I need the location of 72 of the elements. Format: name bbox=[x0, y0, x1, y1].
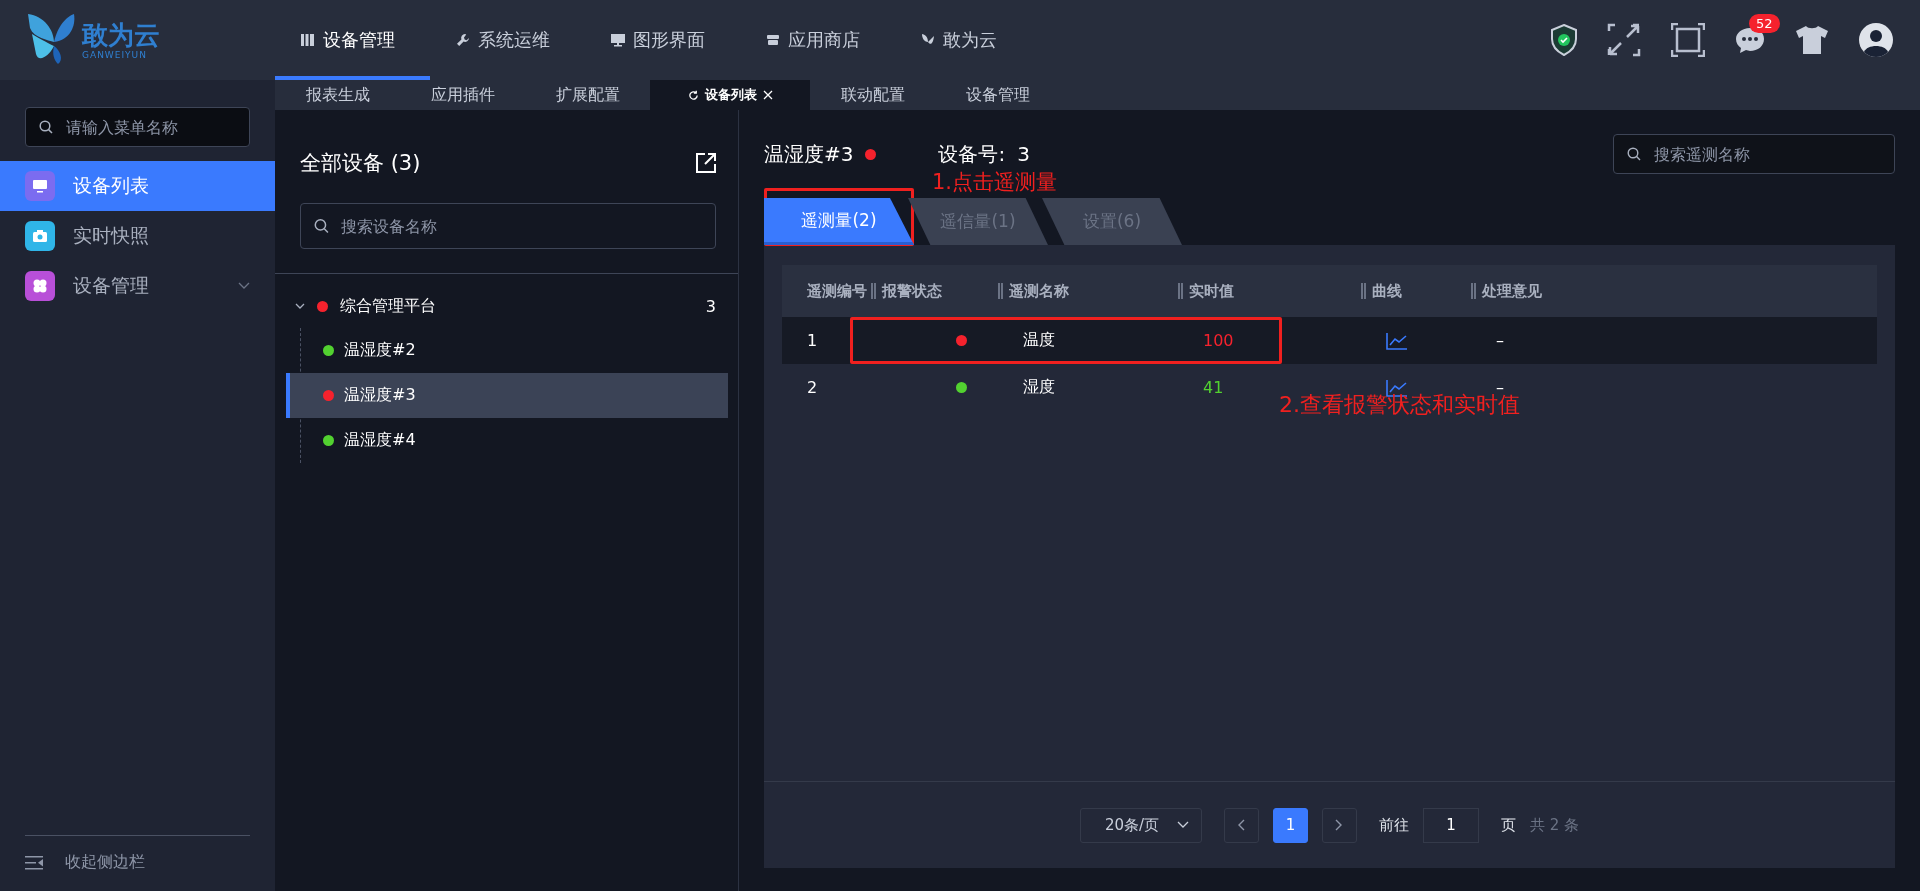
device-name: 温湿度#3 bbox=[764, 140, 854, 168]
line-chart-icon[interactable] bbox=[1386, 331, 1408, 350]
notification-count: 52 bbox=[1749, 14, 1780, 33]
tree-node[interactable]: 综合管理平台 3 bbox=[285, 284, 728, 328]
page-unit-label: 页 bbox=[1500, 815, 1516, 835]
page-tab[interactable]: 联动配置 bbox=[810, 80, 935, 110]
device-search-field[interactable]: 搜索设备名称 bbox=[300, 203, 716, 249]
column-header: 曲线 bbox=[1361, 281, 1471, 301]
tree-node[interactable]: 温湿度#2 bbox=[286, 328, 728, 373]
chevron-right-icon bbox=[1335, 819, 1344, 831]
chevron-down-icon bbox=[1176, 821, 1189, 829]
t-shirt-icon[interactable] bbox=[1795, 25, 1829, 55]
table-cell-text: 湿度 bbox=[1022, 377, 1056, 398]
page-tab[interactable]: 设备管理 bbox=[935, 80, 1060, 110]
page-tab[interactable]: 设备列表 bbox=[650, 80, 810, 110]
search-icon bbox=[314, 218, 329, 234]
refresh-icon bbox=[687, 89, 699, 101]
page-size-select[interactable]: 20条/页 bbox=[1079, 807, 1202, 843]
books-icon bbox=[301, 33, 315, 47]
sidebar-menu-item[interactable]: 实时快照 bbox=[0, 211, 275, 261]
sidebar-menu-item[interactable]: 设备列表 bbox=[0, 161, 275, 211]
data-tab[interactable]: 遥测量(2) bbox=[764, 198, 914, 245]
search-icon bbox=[39, 120, 53, 134]
device-number-label: 设备号: bbox=[938, 140, 1006, 168]
goto-page-field[interactable]: 1 bbox=[1422, 807, 1479, 843]
table-cell-text: 41 bbox=[1202, 378, 1225, 397]
store-icon bbox=[766, 33, 780, 47]
column-header: 报警状态 bbox=[871, 281, 998, 301]
annotation-text: 1.点击遥测量 bbox=[932, 169, 1058, 196]
column-header: 处理意见 bbox=[1471, 281, 1877, 301]
nav-tab[interactable]: 应用商店 bbox=[740, 0, 895, 80]
logo-name: 敢为云 bbox=[82, 20, 160, 50]
column-header: 遥测名称 bbox=[998, 281, 1178, 301]
search-icon bbox=[1627, 147, 1641, 161]
menu-search-field[interactable]: 请输入菜单名称 bbox=[25, 107, 250, 147]
chevron-left-icon bbox=[1237, 819, 1246, 831]
table-cell-text: 2 bbox=[806, 378, 819, 397]
user-avatar-icon[interactable] bbox=[1859, 23, 1893, 57]
monitor-icon bbox=[611, 33, 625, 47]
logo-subtitle: GANWEIYUN bbox=[82, 50, 147, 60]
frame-icon[interactable] bbox=[1671, 23, 1705, 57]
nav-tab[interactable]: 系统运维 bbox=[430, 0, 585, 80]
total-count: 共 2 条 bbox=[1529, 815, 1580, 835]
page-tab[interactable]: 报表生成 bbox=[275, 80, 400, 110]
nav-tab[interactable]: 敢为云 bbox=[895, 0, 1050, 80]
table-cell-text: 1 bbox=[806, 331, 819, 350]
sidebar-menu-item[interactable]: 设备管理 bbox=[0, 261, 275, 311]
collapse-sidebar-button[interactable]: 收起侧边栏 bbox=[25, 835, 250, 873]
table-cell-text: 100 bbox=[1202, 331, 1235, 350]
tree-node[interactable]: 温湿度#4 bbox=[286, 418, 728, 463]
device-number: 3 bbox=[1017, 142, 1030, 166]
page-tab[interactable]: 应用插件 bbox=[400, 80, 525, 110]
column-header: 遥测编号 bbox=[806, 281, 868, 301]
shield-check-icon[interactable] bbox=[1551, 24, 1577, 56]
page-number-button[interactable]: 1 bbox=[1272, 807, 1308, 843]
table-cell-text: – bbox=[1495, 331, 1505, 350]
device-count: 3 bbox=[705, 296, 717, 316]
fullscreen-icon[interactable] bbox=[1607, 23, 1641, 57]
chat-bubble-icon[interactable] bbox=[1735, 26, 1765, 54]
table-cell-text: 温度 bbox=[1022, 330, 1056, 351]
close-icon[interactable] bbox=[762, 90, 773, 100]
collapse-menu-icon bbox=[25, 853, 43, 872]
column-header: 实时值 bbox=[1178, 281, 1361, 301]
tree-node[interactable]: 温湿度#3 bbox=[286, 373, 728, 418]
external-link-icon[interactable] bbox=[696, 153, 716, 173]
panel-title: 全部设备 (3) bbox=[300, 150, 421, 177]
butterfly-icon bbox=[921, 33, 935, 47]
wrench-icon bbox=[456, 33, 470, 47]
page-tab[interactable]: 扩展配置 bbox=[525, 80, 650, 110]
nav-tab[interactable]: 图形界面 bbox=[585, 0, 740, 80]
goto-label: 前往 bbox=[1378, 815, 1409, 835]
telemetry-search-field[interactable]: 搜索遥测名称 bbox=[1613, 134, 1895, 174]
